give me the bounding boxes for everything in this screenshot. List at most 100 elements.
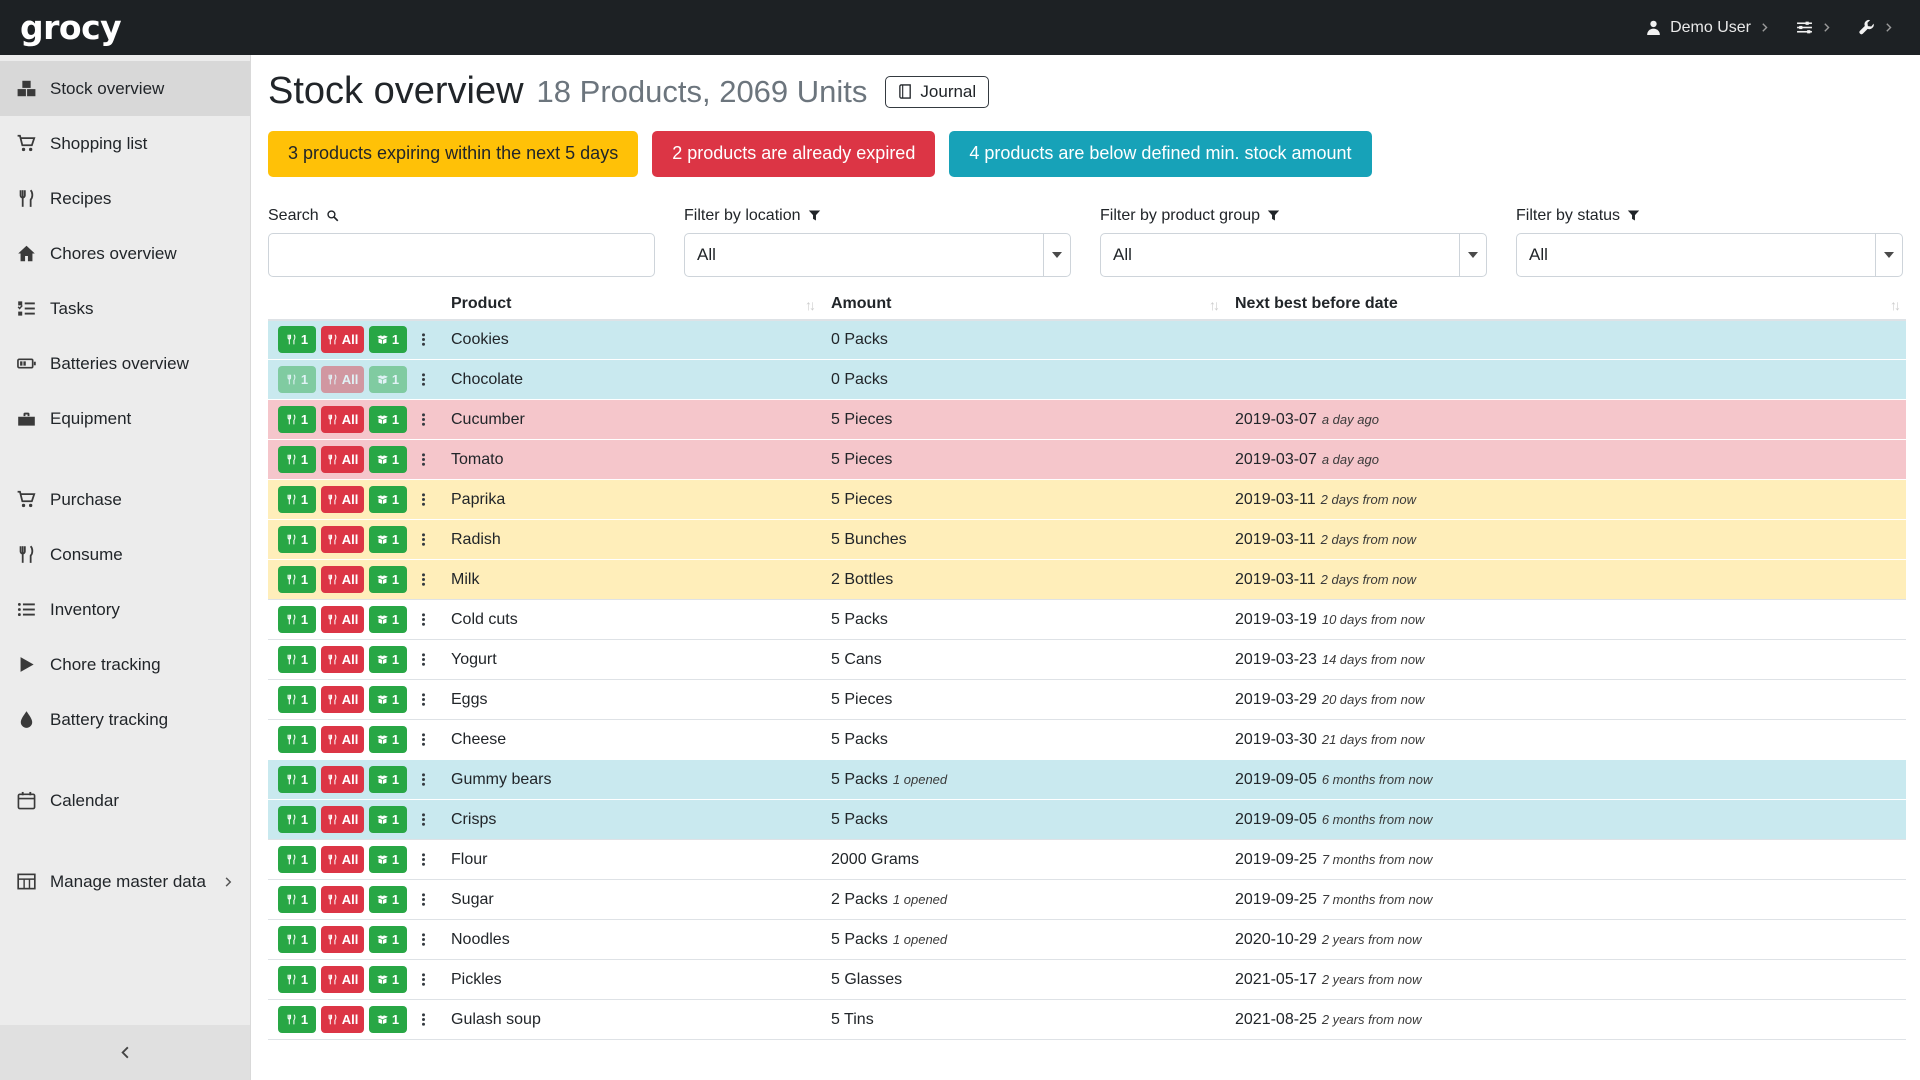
- row-menu-button[interactable]: [416, 772, 431, 787]
- admin-menu[interactable]: [1858, 19, 1894, 36]
- location-select[interactable]: All: [684, 233, 1071, 277]
- consume-one-button[interactable]: 1: [278, 646, 316, 673]
- consume-all-button[interactable]: All: [321, 366, 364, 393]
- consume-all-button[interactable]: All: [321, 606, 364, 633]
- consume-all-button[interactable]: All: [321, 326, 364, 353]
- consume-all-button[interactable]: All: [321, 886, 364, 913]
- consume-one-button[interactable]: 1: [278, 326, 316, 353]
- consume-one-button[interactable]: 1: [278, 406, 316, 433]
- open-one-button[interactable]: 1: [369, 1006, 407, 1033]
- row-menu-button[interactable]: [416, 812, 431, 827]
- open-one-button[interactable]: 1: [369, 566, 407, 593]
- consume-all-button[interactable]: All: [321, 926, 364, 953]
- consume-one-button[interactable]: 1: [278, 366, 316, 393]
- row-menu-button[interactable]: [416, 732, 431, 747]
- open-one-button[interactable]: 1: [369, 446, 407, 473]
- open-one-button[interactable]: 1: [369, 886, 407, 913]
- sidebar-item-calendar[interactable]: Calendar: [0, 773, 250, 828]
- sidebar-item-manage-master-data[interactable]: Manage master data: [0, 854, 250, 909]
- date-column-header[interactable]: Next best before date ↑↓: [1225, 293, 1906, 320]
- open-one-button[interactable]: 1: [369, 526, 407, 553]
- consume-one-button[interactable]: 1: [278, 686, 316, 713]
- row-menu-button[interactable]: [416, 532, 431, 547]
- row-menu-button[interactable]: [416, 572, 431, 587]
- row-menu-button[interactable]: [416, 332, 431, 347]
- sidebar-item-stock-overview[interactable]: Stock overview: [0, 61, 250, 116]
- consume-one-button[interactable]: 1: [278, 886, 316, 913]
- row-menu-button[interactable]: [416, 1012, 431, 1027]
- open-one-button[interactable]: 1: [369, 846, 407, 873]
- consume-all-button[interactable]: All: [321, 406, 364, 433]
- sidebar-item-tasks[interactable]: Tasks: [0, 281, 250, 336]
- settings-menu[interactable]: [1796, 19, 1832, 36]
- row-menu-button[interactable]: [416, 852, 431, 867]
- open-one-button[interactable]: 1: [369, 926, 407, 953]
- consume-one-button[interactable]: 1: [278, 966, 316, 993]
- consume-all-button[interactable]: All: [321, 566, 364, 593]
- row-menu-button[interactable]: [416, 612, 431, 627]
- status-button-info[interactable]: 4 products are below defined min. stock …: [949, 131, 1371, 177]
- open-one-button[interactable]: 1: [369, 326, 407, 353]
- open-one-button[interactable]: 1: [369, 366, 407, 393]
- product-column-header[interactable]: Product ↑↓: [441, 293, 821, 320]
- consume-all-button[interactable]: All: [321, 766, 364, 793]
- consume-all-button[interactable]: All: [321, 806, 364, 833]
- open-one-button[interactable]: 1: [369, 766, 407, 793]
- status-select[interactable]: All: [1516, 233, 1903, 277]
- open-one-button[interactable]: 1: [369, 606, 407, 633]
- consume-all-button[interactable]: All: [321, 846, 364, 873]
- sidebar-item-purchase[interactable]: Purchase: [0, 472, 250, 527]
- consume-all-button[interactable]: All: [321, 526, 364, 553]
- sidebar-item-consume[interactable]: Consume: [0, 527, 250, 582]
- consume-one-button[interactable]: 1: [278, 726, 316, 753]
- sidebar-item-equipment[interactable]: Equipment: [0, 391, 250, 446]
- consume-one-button[interactable]: 1: [278, 926, 316, 953]
- consume-all-button[interactable]: All: [321, 1006, 364, 1033]
- status-button-warning[interactable]: 3 products expiring within the next 5 da…: [268, 131, 638, 177]
- search-input[interactable]: [268, 233, 655, 277]
- consume-all-button[interactable]: All: [321, 446, 364, 473]
- amount-column-header[interactable]: Amount ↑↓: [821, 293, 1225, 320]
- open-one-button[interactable]: 1: [369, 806, 407, 833]
- sidebar-item-chore-tracking[interactable]: Chore tracking: [0, 637, 250, 692]
- sidebar-item-recipes[interactable]: Recipes: [0, 171, 250, 226]
- row-menu-button[interactable]: [416, 692, 431, 707]
- open-one-button[interactable]: 1: [369, 686, 407, 713]
- consume-one-button[interactable]: 1: [278, 606, 316, 633]
- sidebar-item-inventory[interactable]: Inventory: [0, 582, 250, 637]
- status-button-danger[interactable]: 2 products are already expired: [652, 131, 935, 177]
- open-one-button[interactable]: 1: [369, 966, 407, 993]
- product-group-select[interactable]: All: [1100, 233, 1487, 277]
- sidebar-collapse-button[interactable]: [0, 1025, 250, 1080]
- consume-all-button[interactable]: All: [321, 686, 364, 713]
- sidebar-item-battery-tracking[interactable]: Battery tracking: [0, 692, 250, 747]
- consume-all-button[interactable]: All: [321, 966, 364, 993]
- consume-one-button[interactable]: 1: [278, 446, 316, 473]
- journal-button[interactable]: Journal: [885, 76, 989, 108]
- consume-one-button[interactable]: 1: [278, 806, 316, 833]
- consume-one-button[interactable]: 1: [278, 846, 316, 873]
- open-one-button[interactable]: 1: [369, 406, 407, 433]
- row-menu-button[interactable]: [416, 892, 431, 907]
- user-menu[interactable]: Demo User: [1645, 19, 1770, 37]
- sidebar-item-chores-overview[interactable]: Chores overview: [0, 226, 250, 281]
- row-menu-button[interactable]: [416, 412, 431, 427]
- consume-one-button[interactable]: 1: [278, 566, 316, 593]
- row-menu-button[interactable]: [416, 372, 431, 387]
- consume-one-button[interactable]: 1: [278, 526, 316, 553]
- row-menu-button[interactable]: [416, 652, 431, 667]
- consume-one-button[interactable]: 1: [278, 486, 316, 513]
- open-one-button[interactable]: 1: [369, 646, 407, 673]
- consume-all-button[interactable]: All: [321, 726, 364, 753]
- consume-all-button[interactable]: All: [321, 486, 364, 513]
- consume-one-button[interactable]: 1: [278, 1006, 316, 1033]
- row-menu-button[interactable]: [416, 932, 431, 947]
- row-menu-button[interactable]: [416, 972, 431, 987]
- consume-one-button[interactable]: 1: [278, 766, 316, 793]
- consume-all-button[interactable]: All: [321, 646, 364, 673]
- sidebar-item-shopping-list[interactable]: Shopping list: [0, 116, 250, 171]
- sidebar-item-batteries-overview[interactable]: Batteries overview: [0, 336, 250, 391]
- row-menu-button[interactable]: [416, 452, 431, 467]
- row-menu-button[interactable]: [416, 492, 431, 507]
- open-one-button[interactable]: 1: [369, 726, 407, 753]
